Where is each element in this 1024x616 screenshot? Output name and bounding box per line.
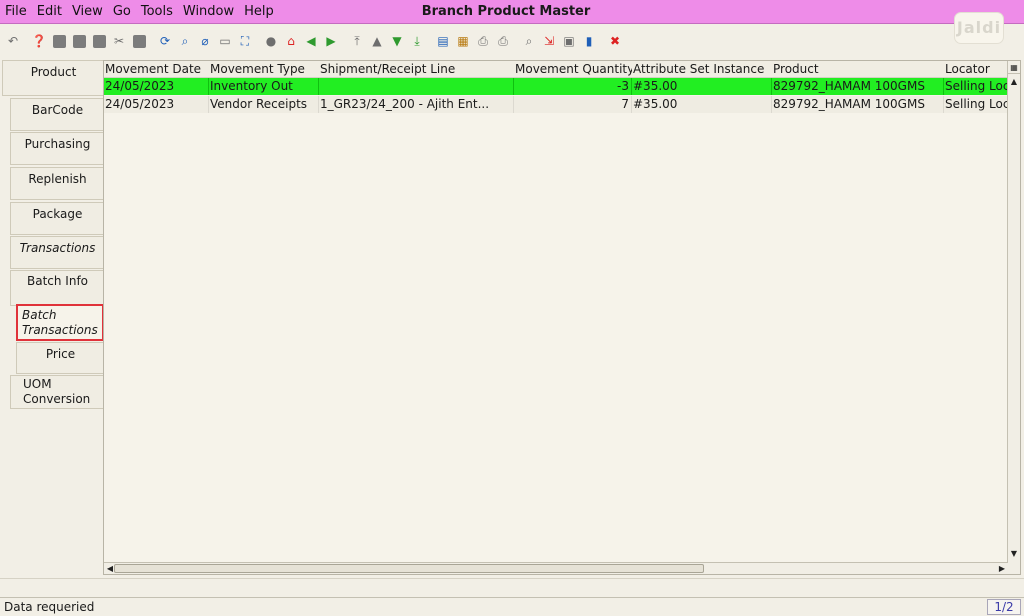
menu-bar: File Edit View Go Tools Window Help bbox=[0, 0, 1024, 24]
scroll-down-arrow-icon[interactable]: ▼ bbox=[1008, 548, 1020, 560]
divider bbox=[0, 578, 1024, 579]
chat-icon[interactable]: ▭ bbox=[216, 32, 234, 50]
menu-file[interactable]: File bbox=[0, 4, 32, 19]
new-record-icon[interactable] bbox=[50, 32, 68, 50]
status-bar: Data requeried 1/2 bbox=[0, 597, 1024, 616]
undo-icon[interactable]: ↶ bbox=[4, 32, 22, 50]
delete-icon[interactable] bbox=[90, 32, 108, 50]
tab-uom-conversion[interactable]: UOM Conversion bbox=[10, 375, 104, 409]
delete-selection-icon[interactable]: ✂ bbox=[110, 32, 128, 50]
find-icon[interactable]: ⌕ bbox=[176, 32, 194, 50]
product-info-icon[interactable]: ▮ bbox=[580, 32, 598, 50]
cell-shipment-receipt-line bbox=[319, 78, 514, 95]
tab-replenish[interactable]: Replenish bbox=[10, 167, 104, 200]
menu-edit[interactable]: Edit bbox=[32, 4, 67, 19]
menu-go[interactable]: Go bbox=[108, 4, 136, 19]
tab-barcode[interactable]: BarCode bbox=[10, 98, 104, 131]
col-movement-quantity[interactable]: Movement Quantity bbox=[514, 61, 632, 77]
cell-movement-quantity: 7 bbox=[514, 96, 632, 113]
transactions-grid: Movement Date Movement Type Shipment/Rec… bbox=[103, 60, 1021, 575]
menu-view[interactable]: View bbox=[67, 4, 108, 19]
cell-shipment-receipt-line: 1_GR23/24_200 - Ajith Ent... bbox=[319, 96, 514, 113]
cell-movement-type: Vendor Receipts bbox=[209, 96, 319, 113]
tab-product[interactable]: Product bbox=[2, 60, 104, 96]
vertical-scrollbar[interactable]: ▦ ▲ ▼ bbox=[1007, 61, 1020, 574]
last-record-icon[interactable]: ⤓ bbox=[408, 32, 426, 50]
jaldi-logo: Jaldi bbox=[954, 12, 1004, 44]
cell-attribute-set-instance: #35.00 bbox=[632, 96, 772, 113]
cell-movement-date: 24/05/2023 bbox=[104, 78, 209, 95]
col-product[interactable]: Product bbox=[772, 61, 944, 77]
copy-record-icon[interactable] bbox=[70, 32, 88, 50]
grid-header: Movement Date Movement Type Shipment/Rec… bbox=[104, 61, 1019, 78]
status-message: Data requeried bbox=[4, 600, 95, 614]
first-record-icon[interactable]: ⤒ bbox=[348, 32, 366, 50]
tab-price[interactable]: Price bbox=[16, 342, 104, 374]
menu-tools[interactable]: Tools bbox=[136, 4, 178, 19]
scroll-right-arrow-icon[interactable]: ▶ bbox=[996, 563, 1008, 575]
table-row[interactable]: 24/05/2023 Vendor Receipts 1_GR23/24_200… bbox=[104, 96, 1019, 113]
tab-package[interactable]: Package bbox=[10, 202, 104, 235]
cell-product: 829792_HAMAM 100GMS bbox=[772, 78, 944, 95]
cell-movement-type: Inventory Out bbox=[209, 78, 319, 95]
report-icon[interactable]: ▤ bbox=[434, 32, 452, 50]
record-page-indicator[interactable]: 1/2 bbox=[987, 599, 1021, 615]
col-attribute-set-instance[interactable]: Attribute Set Instance bbox=[632, 61, 772, 77]
tab-purchasing[interactable]: Purchasing bbox=[10, 132, 104, 165]
print-icon[interactable]: ⎙ bbox=[474, 32, 492, 50]
home-icon[interactable]: ⌂ bbox=[282, 32, 300, 50]
scroll-up-arrow-icon[interactable]: ▲ bbox=[1008, 76, 1020, 88]
column-chooser-icon[interactable]: ▦ bbox=[1008, 62, 1020, 74]
refresh-icon[interactable]: ⟳ bbox=[156, 32, 174, 50]
tab-transactions[interactable]: Transactions bbox=[10, 236, 104, 269]
previous-record-icon[interactable]: ▲ bbox=[368, 32, 386, 50]
zoom-across-icon[interactable]: ⌕ bbox=[520, 32, 538, 50]
attachment-icon[interactable]: ⌀ bbox=[196, 32, 214, 50]
print-preview-icon[interactable]: ⎙ bbox=[494, 32, 512, 50]
horizontal-scroll-thumb[interactable] bbox=[114, 564, 704, 573]
tab-batch-info[interactable]: Batch Info bbox=[10, 270, 104, 306]
table-row[interactable]: 24/05/2023 Inventory Out -3 #35.00 82979… bbox=[104, 78, 1019, 95]
col-shipment-receipt-line[interactable]: Shipment/Receipt Line bbox=[319, 61, 514, 77]
menu-help[interactable]: Help bbox=[239, 4, 279, 19]
cell-attribute-set-instance: #35.00 bbox=[632, 78, 772, 95]
cell-product: 829792_HAMAM 100GMS bbox=[772, 96, 944, 113]
col-movement-date[interactable]: Movement Date bbox=[104, 61, 209, 77]
history-icon[interactable]: ● bbox=[262, 32, 280, 50]
workflow-icon[interactable]: ⇲ bbox=[540, 32, 558, 50]
toolbar: ↶ ❓ ✂ ⟳ ⌕ ⌀ ▭ ⛶ ● ⌂ ◀ ▶ ⤒ ▲ ▼ ⤓ ▤ ▦ ⎙ ⎙ … bbox=[0, 25, 1024, 57]
cell-movement-date: 24/05/2023 bbox=[104, 96, 209, 113]
archive-icon[interactable]: ▦ bbox=[454, 32, 472, 50]
parent-icon[interactable]: ◀ bbox=[302, 32, 320, 50]
cell-movement-quantity: -3 bbox=[514, 78, 632, 95]
request-icon[interactable]: ▣ bbox=[560, 32, 578, 50]
menu-window[interactable]: Window bbox=[178, 4, 239, 19]
end-icon[interactable]: ✖ bbox=[606, 32, 624, 50]
horizontal-scrollbar[interactable]: ◀ ▶ bbox=[104, 562, 1008, 574]
detail-icon[interactable]: ▶ bbox=[322, 32, 340, 50]
save-icon[interactable] bbox=[130, 32, 148, 50]
help-icon[interactable]: ❓ bbox=[30, 32, 48, 50]
col-movement-type[interactable]: Movement Type bbox=[209, 61, 319, 77]
tab-batch-transactions[interactable]: Batch Transactions bbox=[16, 304, 104, 341]
zoom-icon[interactable]: ⛶ bbox=[236, 32, 254, 50]
next-record-icon[interactable]: ▼ bbox=[388, 32, 406, 50]
